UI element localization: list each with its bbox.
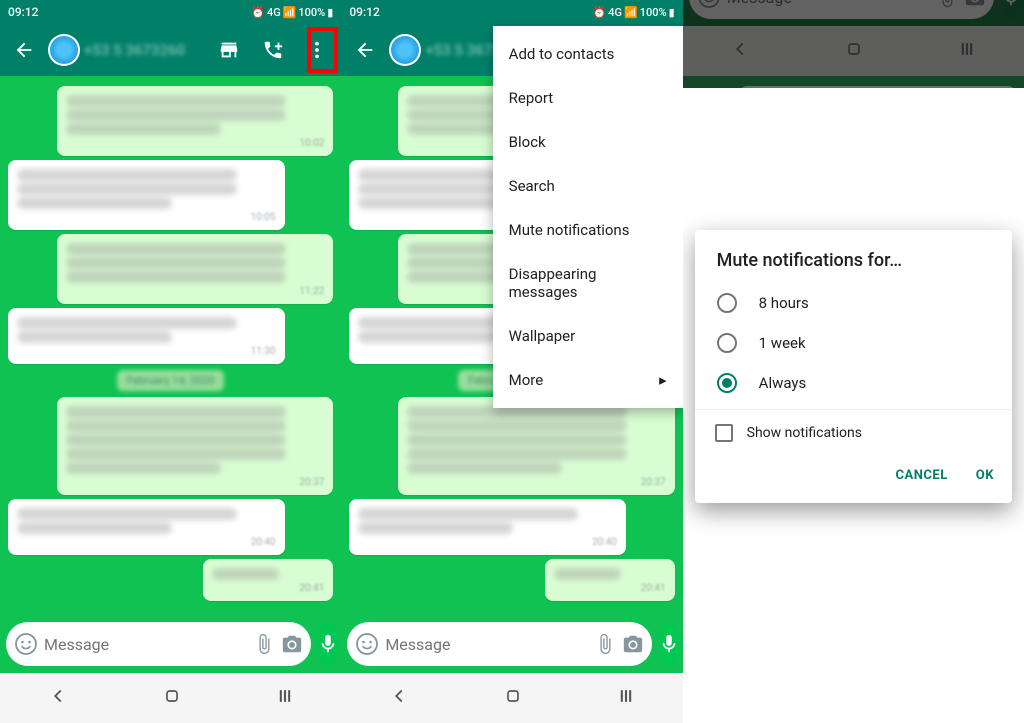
checkbox-icon [715, 424, 733, 442]
nav-home-icon[interactable] [162, 686, 182, 710]
clock: 09:12 [8, 5, 38, 19]
menu-more[interactable]: More▸ [493, 358, 683, 402]
android-nav-bar [0, 673, 341, 723]
battery-icon: ▮ [327, 6, 333, 19]
signal-icon: 📶 [283, 6, 297, 19]
alarm-icon: ⏰ [251, 6, 265, 19]
emoji-icon[interactable] [14, 632, 38, 656]
ok-button[interactable]: OK [966, 460, 1004, 491]
contact-name[interactable]: +53 5 3673260 [84, 41, 205, 59]
network-icon: 4G [608, 6, 622, 19]
menu-mute-notifications[interactable]: Mute notifications [493, 208, 683, 252]
nav-recents-icon[interactable] [957, 39, 977, 63]
menu-disappearing[interactable]: Disappearing messages [493, 252, 683, 314]
back-button[interactable] [4, 30, 44, 70]
attach-icon[interactable] [594, 633, 616, 655]
date-separator: February 14, 2020 [117, 370, 225, 391]
nav-recents-icon[interactable] [616, 686, 636, 710]
radio-icon [717, 293, 737, 313]
contact-avatar[interactable] [48, 34, 80, 66]
chat-toolbar: +53 5 3673260 [0, 24, 341, 76]
camera-icon[interactable] [622, 633, 644, 655]
radio-1week[interactable]: 1 week [695, 323, 1012, 363]
battery-icon: ▮ [669, 6, 675, 19]
signal-icon: 📶 [624, 6, 638, 19]
menu-search[interactable]: Search [493, 164, 683, 208]
message-input[interactable] [44, 635, 247, 654]
emoji-icon[interactable] [355, 632, 379, 656]
nav-back-icon[interactable] [729, 38, 751, 64]
message-input-bar [0, 615, 341, 673]
dialog-title: Mute notifications for… [695, 250, 1012, 283]
radio-8hours[interactable]: 8 hours [695, 283, 1012, 323]
overflow-menu: Add to contacts Report Block Search Mute… [493, 26, 683, 408]
voice-record-button [1000, 0, 1022, 19]
show-notifications-checkbox[interactable]: Show notifications [695, 409, 1012, 452]
message-input-bar [341, 615, 682, 673]
cancel-button[interactable]: CANCEL [885, 460, 957, 491]
status-bar: 09:12 ⏰ 4G 📶 100% ▮ [341, 0, 682, 24]
battery-pct: 100% [640, 6, 667, 19]
chevron-right-icon: ▸ [659, 371, 667, 389]
chat-messages: 10:02 10:05 08:27 08:35 08:36 [683, 76, 1024, 88]
menu-report[interactable]: Report [493, 76, 683, 120]
camera-icon [964, 0, 986, 8]
message-input [727, 0, 930, 7]
back-button[interactable] [345, 30, 385, 70]
more-menu-button[interactable] [297, 30, 337, 70]
alarm-icon: ⏰ [593, 6, 607, 19]
contact-avatar[interactable] [389, 34, 421, 66]
message-input-bar [683, 0, 1024, 26]
battery-pct: 100% [298, 6, 325, 19]
call-button[interactable] [253, 30, 293, 70]
message-input[interactable] [385, 635, 588, 654]
radio-always[interactable]: Always [695, 363, 1012, 403]
menu-block[interactable]: Block [493, 120, 683, 164]
camera-icon[interactable] [281, 633, 303, 655]
attach-icon[interactable] [253, 633, 275, 655]
network-icon: 4G [267, 6, 281, 19]
android-nav-bar [683, 26, 1024, 76]
chat-messages[interactable]: 10:02 10:05 11:22 11:30 February 14, 202… [0, 76, 341, 615]
voice-record-button[interactable] [658, 622, 680, 666]
emoji-icon [697, 0, 721, 9]
menu-add-contacts[interactable]: Add to contacts [493, 32, 683, 76]
store-icon[interactable] [209, 30, 249, 70]
radio-icon [717, 333, 737, 353]
status-bar: 09:12 ⏰ 4G 📶 100% ▮ [0, 0, 341, 24]
menu-wallpaper[interactable]: Wallpaper [493, 314, 683, 358]
clock: 09:12 [349, 5, 379, 19]
nav-back-icon[interactable] [47, 685, 69, 711]
nav-back-icon[interactable] [388, 685, 410, 711]
android-nav-bar [341, 673, 682, 723]
radio-icon [717, 373, 737, 393]
nav-recents-icon[interactable] [275, 686, 295, 710]
mute-dialog: Mute notifications for… 8 hours 1 week A… [695, 230, 1012, 503]
nav-home-icon[interactable] [844, 39, 864, 63]
attach-icon [936, 0, 958, 8]
nav-home-icon[interactable] [503, 686, 523, 710]
voice-record-button[interactable] [317, 622, 339, 666]
